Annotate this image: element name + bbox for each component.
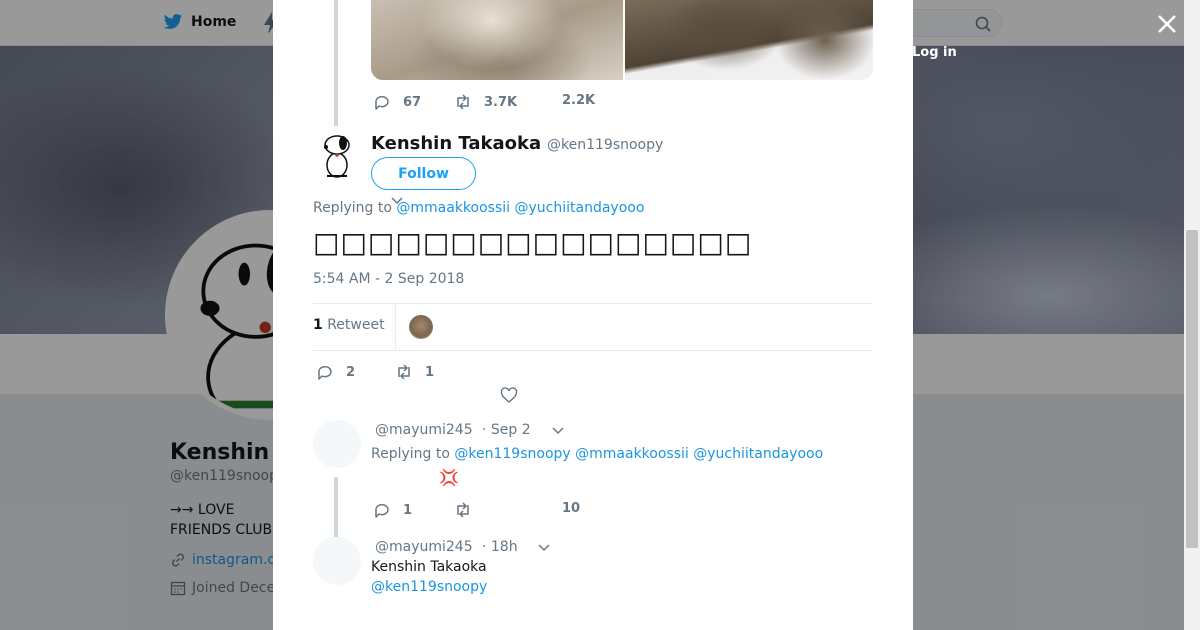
retweet-action[interactable]: 3.7K bbox=[454, 93, 517, 111]
reply-icon bbox=[375, 503, 389, 518]
tweet-text: □□□□□□□□□□□□□□□□ bbox=[313, 226, 753, 259]
reply-avatar[interactable] bbox=[313, 537, 361, 585]
reply-count: 67 bbox=[403, 94, 422, 110]
retweet-count: 1 bbox=[425, 364, 435, 380]
reply-handle[interactable]: @mayumi245 bbox=[375, 539, 473, 555]
mention-link[interactable]: @yuchiitandayooo bbox=[693, 446, 823, 462]
author-avatar[interactable] bbox=[313, 131, 361, 179]
retweet-action[interactable]: 1 bbox=[395, 363, 434, 381]
reply-icon bbox=[375, 95, 389, 110]
replying-to: Replying to @ken119snoopy @mmaakkoossii … bbox=[371, 446, 823, 462]
retweet-icon bbox=[457, 94, 469, 110]
replying-prefix: Replying to bbox=[313, 200, 392, 216]
snoopy-avatar-image bbox=[324, 135, 350, 178]
replying-to: Replying to @mmaakkoossii @yuchiitandayo… bbox=[313, 200, 644, 216]
like-count: 2.2K bbox=[562, 93, 596, 108]
retweet-stat[interactable]: 1 Retweet bbox=[313, 317, 385, 333]
retweet-stat-label: Retweet bbox=[327, 317, 385, 333]
reply-count: 2 bbox=[346, 364, 356, 380]
tweet-stats: 1 Retweet bbox=[313, 303, 873, 351]
replying-prefix: Replying to bbox=[371, 446, 450, 462]
mention-link[interactable]: @mmaakkoossii bbox=[396, 200, 510, 216]
like-action[interactable]: 2.2K bbox=[562, 93, 595, 108]
follow-button[interactable]: Follow bbox=[371, 157, 476, 190]
retweet-stat-count: 1 bbox=[313, 317, 323, 333]
chevron-down-icon[interactable] bbox=[537, 541, 551, 555]
mention-link[interactable]: @ken119snoopy bbox=[371, 577, 487, 597]
reply-count: 1 bbox=[403, 502, 413, 518]
reply-action[interactable]: 67 bbox=[373, 93, 421, 111]
heart-icon[interactable] bbox=[500, 387, 518, 405]
reply-action[interactable]: 2 bbox=[316, 363, 355, 381]
retweet-icon bbox=[457, 502, 469, 518]
tweet-timestamp[interactable]: 5:54 AM - 2 Sep 2018 bbox=[313, 271, 464, 287]
tweet-modal: 67 3.7K 2.2K Kenshin Takaoka @ken119snoo… bbox=[273, 0, 913, 630]
mention-link[interactable]: @mmaakkoossii bbox=[575, 446, 689, 462]
tweet-photo[interactable] bbox=[371, 0, 623, 80]
reply-action[interactable]: 1 bbox=[373, 501, 412, 519]
tweet-photo[interactable] bbox=[625, 0, 873, 80]
close-icon[interactable] bbox=[1155, 12, 1179, 36]
mention-link[interactable]: @yuchiitandayooo bbox=[515, 200, 645, 216]
reply-text: 💢 bbox=[439, 468, 459, 487]
retweeter-avatar[interactable] bbox=[409, 315, 433, 339]
divider bbox=[395, 304, 396, 350]
reply-time[interactable]: · 18h bbox=[482, 539, 518, 555]
chevron-down-icon[interactable] bbox=[551, 424, 565, 438]
like-action[interactable]: 10 bbox=[562, 501, 580, 516]
reply-time[interactable]: · Sep 2 bbox=[482, 422, 531, 438]
mention-link[interactable]: @ken119snoopy bbox=[454, 446, 570, 462]
retweet-count: 3.7K bbox=[484, 94, 518, 110]
scrollbar-thumb[interactable] bbox=[1186, 230, 1198, 548]
reply-handle[interactable]: @mayumi245 bbox=[375, 422, 473, 438]
reply-text: Kenshin Takaoka bbox=[371, 559, 487, 575]
retweet-icon bbox=[398, 364, 410, 380]
thread-line bbox=[334, 0, 338, 126]
reply-avatar[interactable] bbox=[313, 420, 361, 468]
retweet-action[interactable] bbox=[454, 501, 472, 519]
login-link[interactable]: Log in bbox=[912, 45, 957, 60]
like-count: 10 bbox=[562, 501, 581, 516]
reply-icon bbox=[318, 365, 332, 380]
thread-line bbox=[334, 477, 338, 537]
author-handle[interactable]: @ken119snoopy bbox=[547, 137, 663, 153]
author-name[interactable]: Kenshin Takaoka bbox=[371, 133, 541, 154]
